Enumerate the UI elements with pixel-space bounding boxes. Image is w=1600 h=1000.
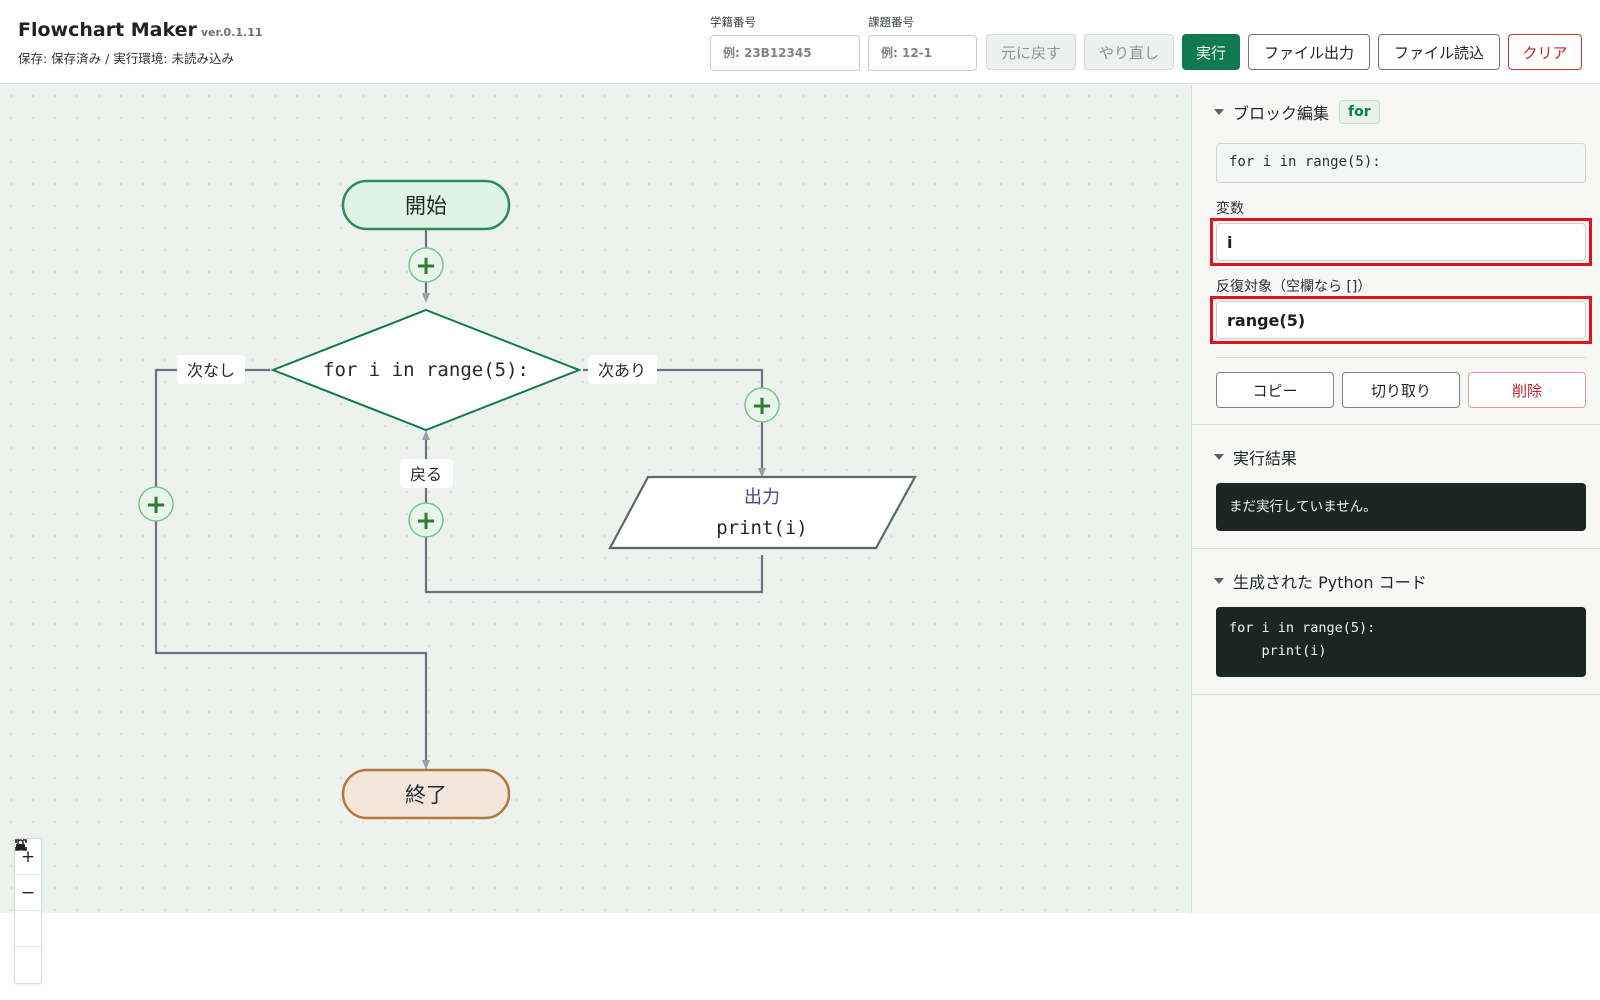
result-header[interactable]: 実行結果	[1214, 445, 1297, 469]
output-node-title: 出力	[744, 487, 780, 508]
output-node-code: print(i)	[716, 517, 808, 539]
clear-button[interactable]: クリア	[1508, 34, 1582, 70]
collapse-caret-icon	[1214, 109, 1224, 115]
flowchart-diagram: 開始 for i in range(5): 次なし 次あり 戻る 出力 prin…	[138, 179, 917, 820]
block-code-preview: for i in range(5):	[1216, 143, 1586, 183]
redo-button[interactable]: やり直し	[1084, 34, 1174, 70]
connector-has-next	[583, 368, 766, 478]
back-label: 戻る	[400, 459, 453, 488]
variable-label: 変数	[1216, 201, 1244, 217]
plus-icon: +	[145, 490, 167, 520]
undo-button[interactable]: 元に戻す	[986, 34, 1076, 70]
save-status: 保存: 保存済み / 実行環境: 未読み込み	[18, 51, 235, 66]
task-id-label: 課題番号	[868, 15, 914, 29]
collapse-caret-icon	[1214, 454, 1224, 460]
python-code-section: 生成された Python コード for i in range(5): prin…	[1192, 549, 1600, 695]
variable-input[interactable]	[1216, 223, 1586, 261]
block-edit-title: ブロック編集	[1233, 104, 1330, 123]
copy-button[interactable]: コピー	[1216, 372, 1334, 408]
add-block-button-4[interactable]: +	[408, 502, 444, 538]
add-block-button-2[interactable]: +	[744, 387, 780, 423]
iterable-label: 反復対象（空欄なら []）	[1216, 279, 1372, 295]
task-id-input[interactable]	[868, 35, 977, 71]
plus-icon: +	[415, 251, 437, 281]
result-title: 実行結果	[1233, 449, 1298, 468]
start-node[interactable]: 開始	[341, 179, 511, 231]
fit-view-button[interactable]	[15, 839, 41, 947]
run-button[interactable]: 実行	[1182, 34, 1240, 70]
app-title-text: Flowchart Maker	[18, 19, 197, 41]
end-node[interactable]: 終了	[341, 768, 511, 820]
python-code-title: 生成された Python コード	[1233, 573, 1427, 592]
plus-icon: +	[415, 506, 437, 536]
output-node[interactable]: 出力 print(i)	[608, 475, 917, 550]
side-panel: ブロック編集 for for i in range(5): 変数 反復対象（空欄…	[1191, 85, 1600, 913]
back-label-text: 戻る	[410, 465, 442, 484]
block-edit-section: ブロック編集 for for i in range(5): 変数 反復対象（空欄…	[1192, 85, 1600, 425]
end-node-label: 終了	[405, 783, 447, 807]
cut-button[interactable]: 切り取り	[1342, 372, 1460, 408]
python-code-header[interactable]: 生成された Python コード	[1214, 569, 1427, 593]
block-type-badge: for	[1339, 100, 1380, 124]
import-button[interactable]: ファイル読込	[1378, 34, 1500, 70]
export-button[interactable]: ファイル出力	[1248, 34, 1370, 70]
app-title: Flowchart Maker ver.0.1.11	[18, 19, 263, 41]
branch-label-no-next-text: 次なし	[187, 361, 235, 380]
student-id-label: 学籍番号	[710, 15, 756, 29]
collapse-caret-icon	[1214, 578, 1224, 584]
student-id-group: 学籍番号	[710, 14, 860, 71]
for-loop-condition: for i in range(5):	[323, 359, 529, 381]
connector-no-next	[154, 368, 430, 770]
zoom-out-button[interactable]: −	[15, 875, 41, 911]
for-loop-node[interactable]: for i in range(5):	[270, 308, 582, 432]
result-section: 実行結果 まだ実行していません。	[1192, 425, 1600, 549]
plus-icon: +	[751, 391, 773, 421]
lock-icon	[16, 839, 25, 851]
add-block-button-1[interactable]: +	[408, 247, 444, 283]
student-id-input[interactable]	[710, 35, 860, 71]
block-edit-header[interactable]: ブロック編集 for	[1214, 100, 1380, 124]
add-block-button-3[interactable]: +	[138, 486, 174, 522]
task-id-group: 課題番号	[868, 14, 977, 71]
result-console: まだ実行していません。	[1216, 483, 1586, 531]
iterable-input[interactable]	[1216, 301, 1586, 339]
branch-label-has-next-text: 次あり	[598, 361, 646, 380]
lock-button[interactable]	[15, 839, 41, 983]
branch-label-no-next: 次なし	[177, 355, 245, 384]
zoom-controls: + −	[14, 838, 42, 984]
python-code-block: for i in range(5): print(i)	[1216, 607, 1586, 677]
flowchart-canvas[interactable]: 開始 for i in range(5): 次なし 次あり 戻る 出力 prin…	[0, 85, 1191, 984]
delete-button[interactable]: 削除	[1468, 372, 1586, 408]
branch-label-has-next: 次あり	[588, 355, 657, 384]
divider	[1216, 357, 1586, 358]
start-node-label: 開始	[405, 194, 447, 218]
app-header: Flowchart Maker ver.0.1.11 保存: 保存済み / 実行環…	[0, 0, 1600, 84]
app-version: ver.0.1.11	[200, 26, 263, 39]
